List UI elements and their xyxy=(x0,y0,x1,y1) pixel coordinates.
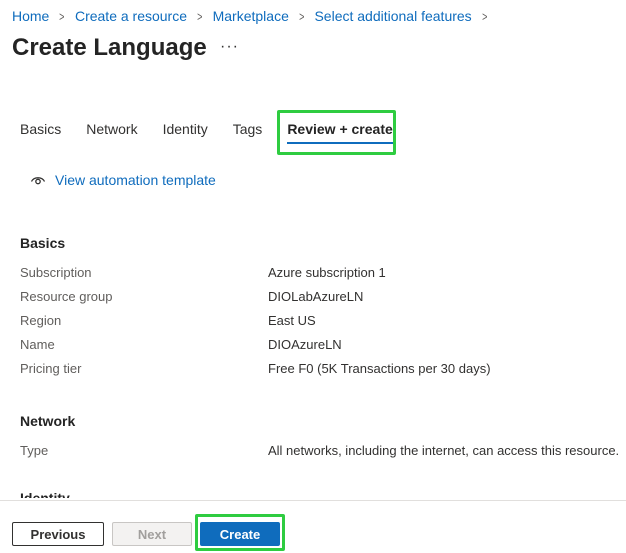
view-automation-template-link[interactable]: View automation template xyxy=(30,172,216,188)
row-value: Azure subscription 1 xyxy=(268,265,386,280)
row-label: Region xyxy=(20,313,62,328)
highlight-box-create-button xyxy=(195,514,285,551)
breadcrumb: Home > Create a resource > Marketplace >… xyxy=(12,8,497,24)
row-label: Resource group xyxy=(20,289,113,304)
section-heading-network: Network xyxy=(20,413,76,429)
breadcrumb-select-features[interactable]: Select additional features xyxy=(314,8,471,24)
row-value: East US xyxy=(268,313,316,328)
next-button: Next xyxy=(112,522,192,546)
tab-identity[interactable]: Identity xyxy=(163,121,208,137)
row-value: DIOLabAzureLN xyxy=(268,289,364,304)
row-label: Pricing tier xyxy=(20,361,82,376)
chevron-right-icon: > xyxy=(299,8,305,24)
section-heading-identity: Identity xyxy=(20,490,70,498)
previous-button[interactable]: Previous xyxy=(12,522,104,546)
breadcrumb-marketplace[interactable]: Marketplace xyxy=(213,8,289,24)
highlight-box-review-tab xyxy=(277,110,396,155)
view-automation-template-label: View automation template xyxy=(55,172,216,188)
row-value: DIOAzureLN xyxy=(268,337,342,352)
row-label: Subscription xyxy=(20,265,92,280)
row-value: All networks, including the internet, ca… xyxy=(268,443,620,458)
breadcrumb-create-resource[interactable]: Create a resource xyxy=(75,8,187,24)
eye-icon xyxy=(30,177,46,185)
tab-basics[interactable]: Basics xyxy=(20,121,61,137)
tab-tags[interactable]: Tags xyxy=(233,121,263,137)
section-heading-basics: Basics xyxy=(20,235,66,251)
tab-network[interactable]: Network xyxy=(86,121,137,137)
chevron-right-icon: > xyxy=(481,8,488,24)
more-options-icon[interactable]: ··· xyxy=(220,38,239,56)
chevron-right-icon: > xyxy=(59,8,65,24)
row-value: Free F0 (5K Transactions per 30 days) xyxy=(268,361,491,376)
chevron-right-icon: > xyxy=(197,8,203,24)
row-label: Name xyxy=(20,337,55,352)
row-label: Type xyxy=(20,443,49,458)
page-title: Create Language xyxy=(12,34,207,61)
breadcrumb-home[interactable]: Home xyxy=(12,8,49,24)
footer-bar: Previous Next Create xyxy=(0,500,626,553)
